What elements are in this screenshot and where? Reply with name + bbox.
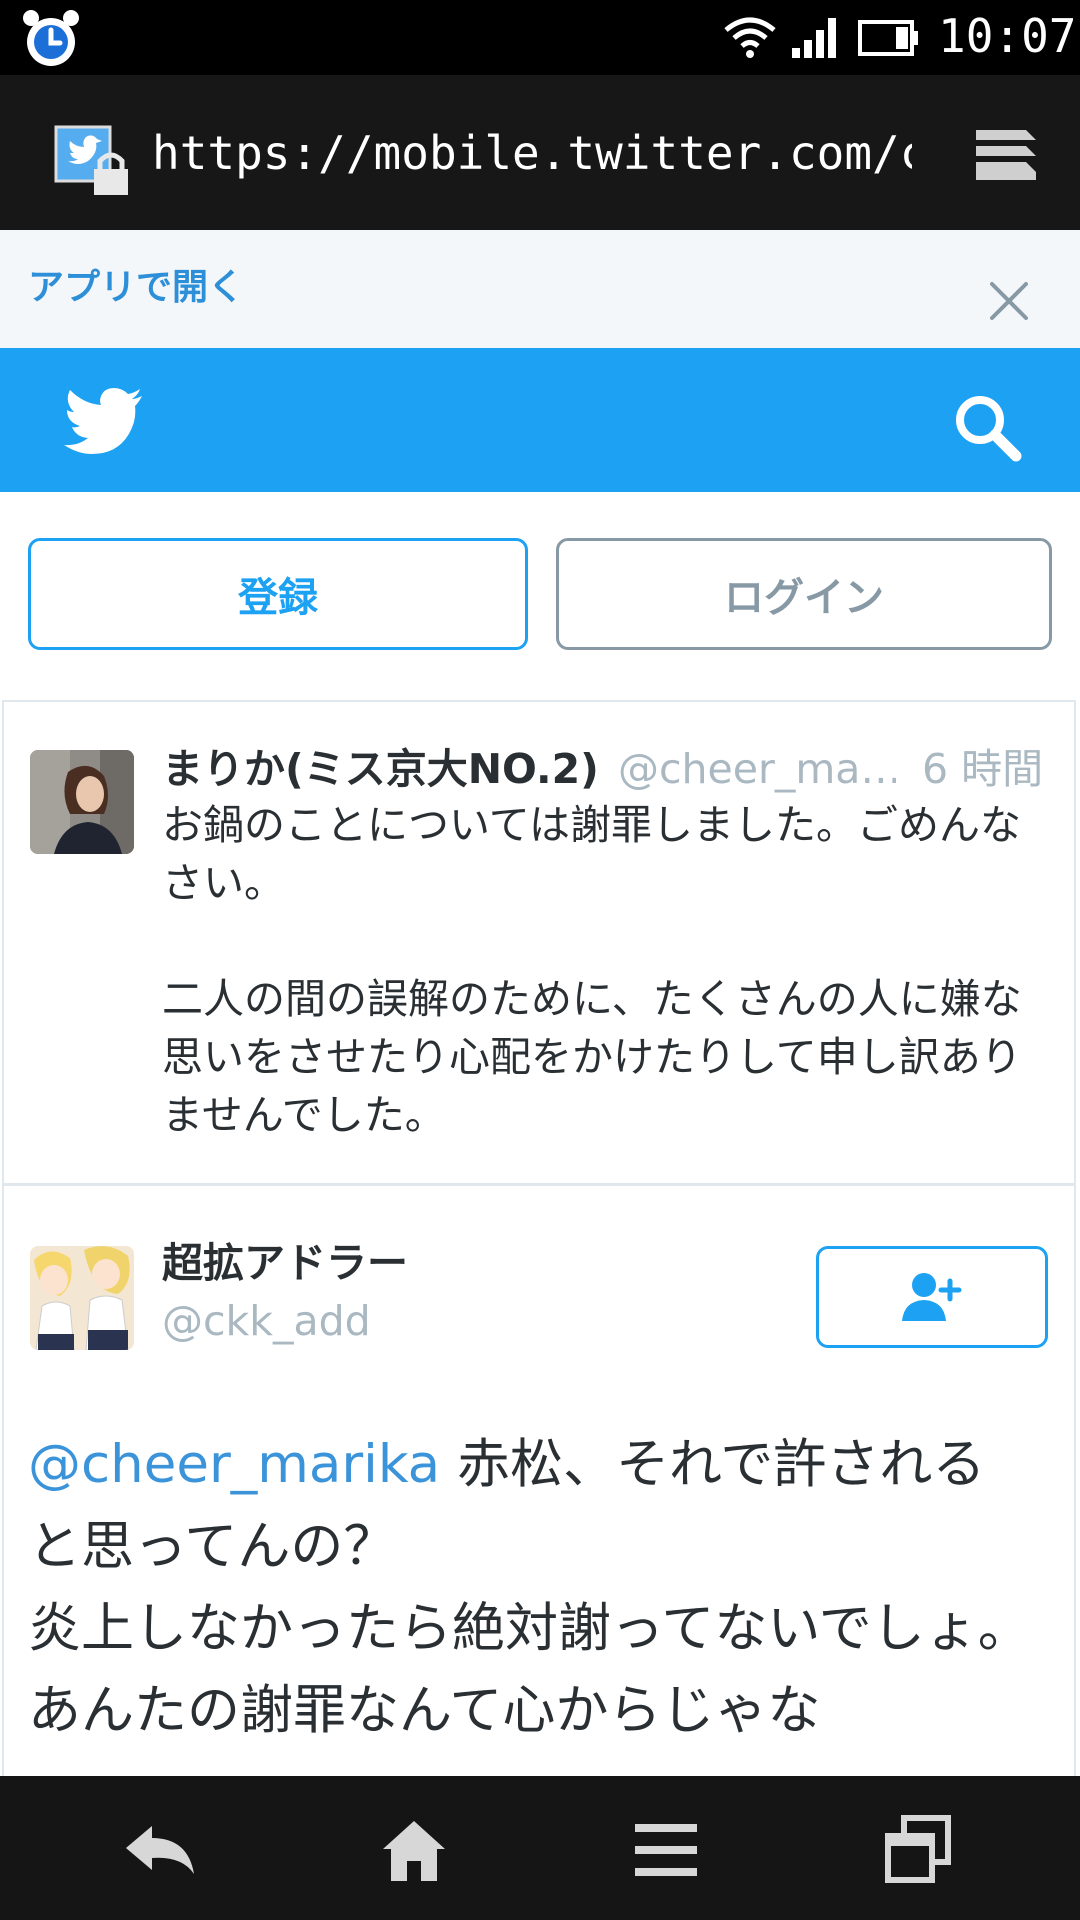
alarm-clock-icon (23, 10, 79, 66)
close-icon[interactable] (986, 278, 1032, 324)
open-in-app-link[interactable]: アプリで開く (28, 258, 244, 318)
home-icon (383, 1821, 445, 1881)
follow-button[interactable] (816, 1246, 1048, 1348)
url-field[interactable]: https://mobile.twitter.com/c (152, 118, 912, 188)
home-button[interactable] (364, 1800, 464, 1900)
add-user-icon (902, 1273, 962, 1321)
signal-icon (792, 18, 836, 58)
windows-icon (885, 1815, 951, 1883)
tweet-author-handle[interactable]: @cheer_ma… (618, 738, 896, 800)
signup-button[interactable]: 登録 (28, 538, 528, 650)
twitter-bird-icon[interactable] (62, 388, 144, 456)
menu-button[interactable] (616, 1800, 716, 1900)
tweet-mention-link[interactable]: @cheer_marika (28, 1434, 440, 1495)
status-time: 10:07 (938, 9, 1077, 63)
twitter-favicon-icon (54, 125, 128, 195)
tweet-author-handle[interactable]: @ckk_add (162, 1290, 371, 1352)
battery-icon (858, 20, 918, 56)
window-stack-icon[interactable] (970, 122, 1042, 184)
wifi-icon (724, 17, 776, 58)
tweet-author-name[interactable]: まりか(ミス京大NO.2) (162, 738, 599, 800)
tweet-timestamp[interactable]: 6 時間 (922, 738, 1043, 800)
back-button[interactable] (112, 1800, 212, 1900)
avatar[interactable] (30, 1246, 134, 1350)
tweet-text: @cheer_marika 赤松、それで許されると思ってんの？ 炎上しなかったら… (28, 1424, 1038, 1752)
windows-button[interactable] (868, 1800, 968, 1900)
search-icon[interactable] (952, 392, 1024, 464)
login-button[interactable]: ログイン (556, 538, 1052, 650)
menu-icon (635, 1824, 697, 1876)
twitter-header (0, 348, 1080, 492)
tweet-author-name[interactable]: 超拡アドラー (162, 1232, 408, 1294)
avatar[interactable] (30, 750, 134, 854)
back-arrow-icon (126, 1826, 194, 1874)
tweet-text: お鍋のことについては謝罪しました。ごめんなさい。 二人の間の誤解のために、たくさ… (162, 801, 1022, 1139)
